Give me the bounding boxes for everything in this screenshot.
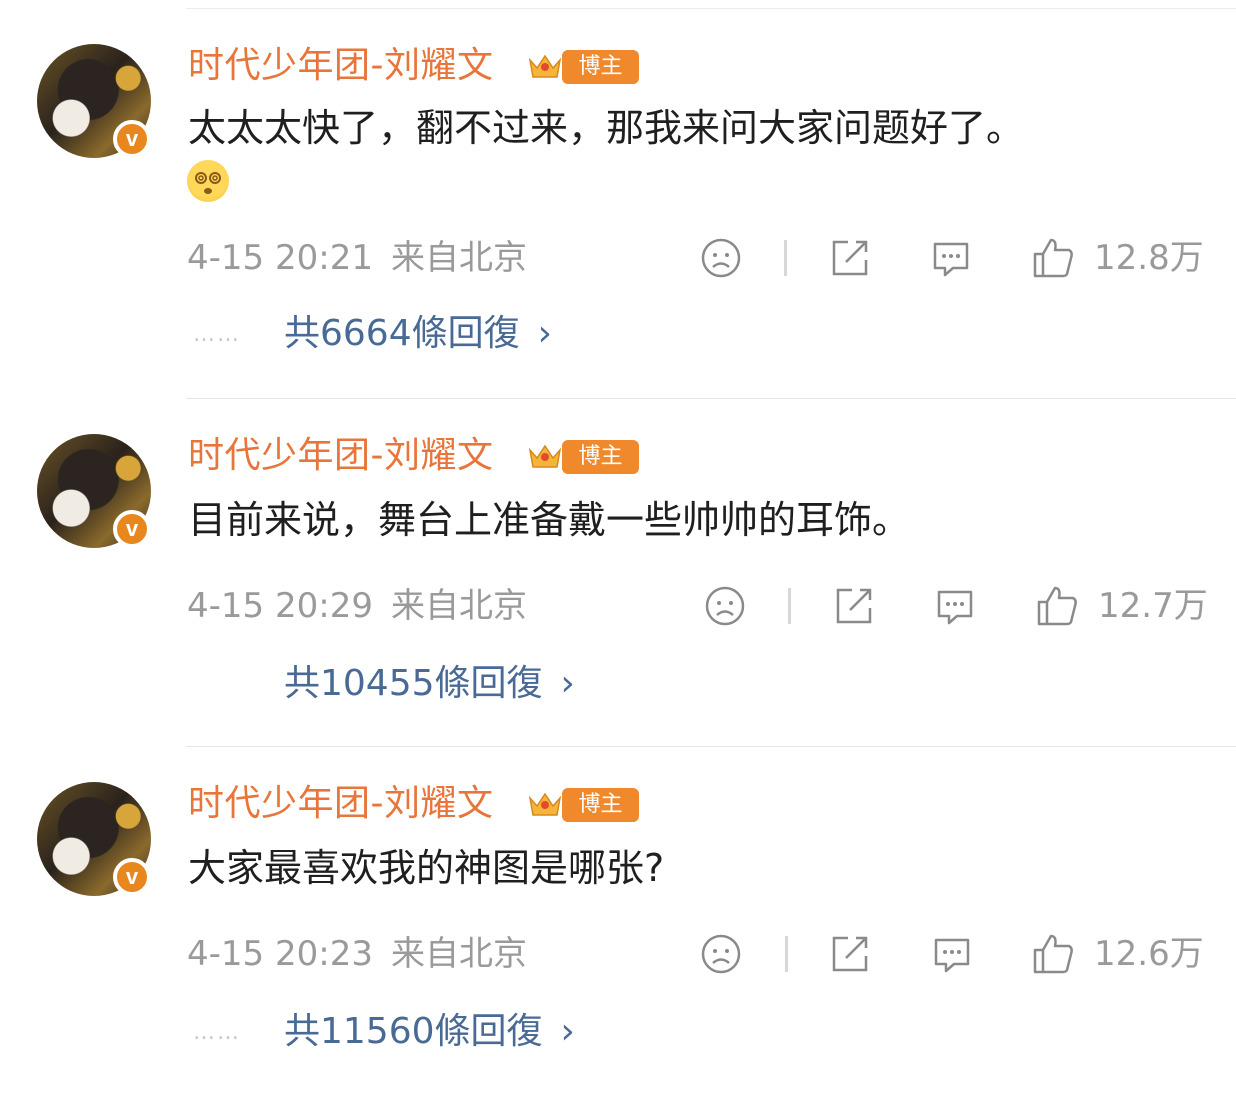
comment-meta: 4-15 20:29 来自北京: [187, 586, 527, 626]
username[interactable]: 时代少年团-刘耀文: [188, 44, 494, 88]
chevron-right-icon: ›: [560, 663, 575, 704]
comment-meta: 4-15 20:21 来自北京: [187, 238, 527, 278]
dizzy-face-emoji: [187, 160, 229, 202]
blogger-badge: 博主: [562, 50, 639, 84]
comment-icon[interactable]: [930, 932, 974, 976]
avatar[interactable]: v: [37, 44, 151, 158]
replies-count: 共10455條回復: [284, 663, 543, 704]
avatar[interactable]: v: [37, 434, 151, 548]
verified-badge: v: [113, 120, 151, 158]
like-count: 12.6万: [1094, 934, 1204, 974]
crown-icon: [528, 54, 562, 78]
comment-icon[interactable]: [929, 236, 973, 280]
action-separator: [784, 240, 787, 276]
view-replies-link[interactable]: 共10455條回復 ›: [284, 662, 575, 706]
chevron-right-icon: ›: [560, 1011, 575, 1052]
comment-time: 4-15 20:23: [187, 934, 373, 974]
crown-icon: [528, 444, 562, 468]
comment-location: 来自北京: [390, 934, 527, 974]
dislike-icon[interactable]: [699, 236, 743, 280]
dots-decoration: ……: [193, 322, 241, 347]
verified-badge: v: [113, 510, 151, 548]
username[interactable]: 时代少年团-刘耀文: [188, 434, 494, 478]
replies-count: 共11560條回復: [284, 1011, 543, 1052]
avatar[interactable]: v: [37, 782, 151, 896]
comment-meta: 4-15 20:23 来自北京: [187, 934, 527, 974]
comment-item: v 时代少年团-刘耀文 博主 太太太快了，翻不过来，那我来问大家问题好了。 4-…: [0, 0, 1236, 354]
share-icon[interactable]: [828, 236, 872, 280]
action-separator: [788, 588, 791, 624]
comment-time: 4-15 20:29: [187, 586, 373, 626]
share-icon[interactable]: [832, 584, 876, 628]
verified-badge: v: [113, 858, 151, 896]
blogger-badge: 博主: [562, 440, 639, 474]
comment-time: 4-15 20:21: [187, 238, 373, 278]
action-separator: [785, 936, 788, 972]
dots-decoration: ……: [193, 1020, 241, 1045]
replies-count: 共6664條回復: [284, 313, 520, 354]
like-count: 12.8万: [1094, 238, 1204, 278]
comment-text: 大家最喜欢我的神图是哪张?: [188, 846, 665, 890]
like-count: 12.7万: [1098, 586, 1208, 626]
share-icon[interactable]: [828, 932, 872, 976]
comment-text: 目前来说，舞台上准备戴一些帅帅的耳饰。: [188, 498, 911, 542]
view-replies-link[interactable]: 共6664條回復 ›: [284, 312, 552, 356]
dislike-icon[interactable]: [703, 584, 747, 628]
like-icon[interactable]: [1035, 584, 1079, 628]
username[interactable]: 时代少年团-刘耀文: [188, 782, 494, 826]
comment-location: 来自北京: [390, 586, 527, 626]
like-icon[interactable]: [1031, 236, 1075, 280]
view-replies-link[interactable]: 共11560條回復 ›: [284, 1010, 575, 1054]
blogger-badge: 博主: [562, 788, 639, 822]
comment-location: 来自北京: [390, 238, 527, 278]
comment-item: v 时代少年团-刘耀文 博主 目前来说，舞台上准备戴一些帅帅的耳饰。 4-15 …: [0, 390, 1236, 738]
comment-item: v 时代少年团-刘耀文 博主 大家最喜欢我的神图是哪张? 4-15 20:23 来…: [0, 738, 1236, 1086]
dislike-icon[interactable]: [699, 932, 743, 976]
comment-text: 太太太快了，翻不过来，那我来问大家问题好了。: [188, 106, 1025, 150]
crown-icon: [528, 792, 562, 816]
comment-icon[interactable]: [933, 584, 977, 628]
like-icon[interactable]: [1031, 932, 1075, 976]
chevron-right-icon: ›: [537, 313, 553, 354]
